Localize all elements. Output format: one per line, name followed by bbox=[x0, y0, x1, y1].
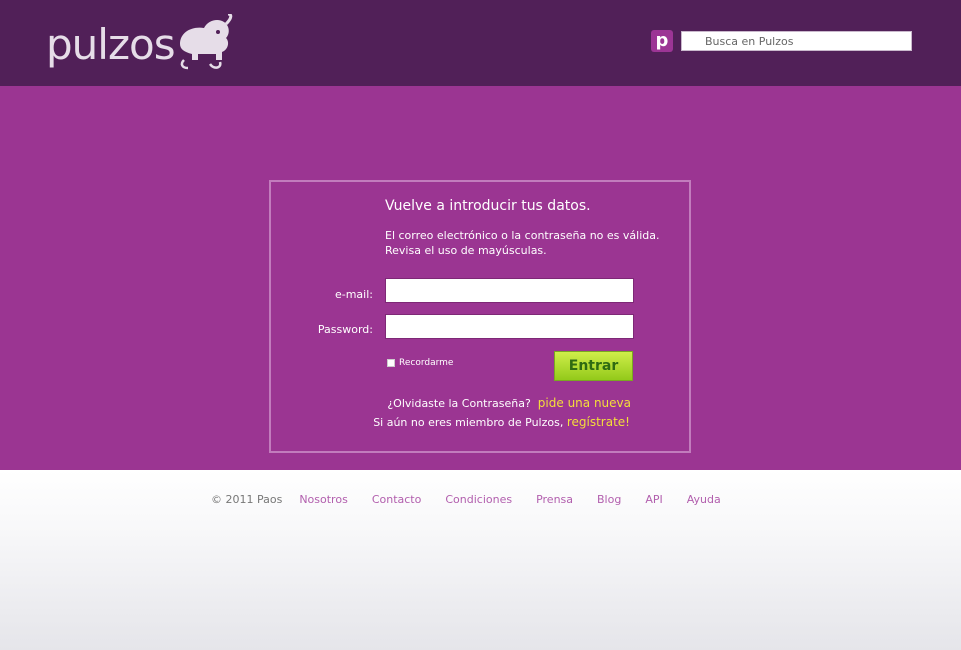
entrar-button[interactable]: Entrar bbox=[554, 351, 633, 381]
forgot-password-text: ¿Olvidaste la Contraseña? bbox=[387, 397, 531, 410]
remember-me[interactable]: Recordarme bbox=[387, 358, 453, 368]
signup-row: Si aún no eres miembro de Pulzos, regíst… bbox=[373, 415, 630, 429]
password-label: Password: bbox=[317, 323, 373, 336]
password-field[interactable] bbox=[385, 314, 634, 339]
footer-links: © 2011 Paos Nosotros Contacto Condicione… bbox=[211, 493, 745, 506]
footer-link-prensa[interactable]: Prensa bbox=[536, 493, 573, 506]
error-message-line2: Revisa el uso de mayúsculas. bbox=[385, 244, 547, 257]
pulzos-logo[interactable]: pulzos bbox=[46, 14, 246, 74]
elephant-icon bbox=[180, 14, 233, 70]
email-label: e-mail: bbox=[334, 288, 373, 301]
footer-link-nosotros[interactable]: Nosotros bbox=[299, 493, 347, 506]
footer-link-api[interactable]: API bbox=[645, 493, 662, 506]
footer-link-ayuda[interactable]: Ayuda bbox=[687, 493, 721, 506]
email-field[interactable] bbox=[385, 278, 634, 303]
footer-link-contacto[interactable]: Contacto bbox=[372, 493, 422, 506]
forgot-password-row: ¿Olvidaste la Contraseña? pide una nueva bbox=[387, 396, 631, 410]
signup-link[interactable]: regístrate! bbox=[567, 415, 630, 429]
signup-text: Si aún no eres miembro de Pulzos, bbox=[373, 416, 564, 429]
footer-link-blog[interactable]: Blog bbox=[597, 493, 621, 506]
login-title: Vuelve a introducir tus datos. bbox=[385, 198, 591, 214]
login-panel: Vuelve a introducir tus datos. El correo… bbox=[269, 180, 691, 453]
error-message-line1: El correo electrónico o la contraseña no… bbox=[385, 229, 660, 242]
logo-text: pulzos bbox=[46, 20, 176, 69]
pulzos-p-icon[interactable]: p bbox=[651, 30, 673, 52]
search-input[interactable] bbox=[681, 31, 912, 51]
remember-label: Recordarme bbox=[399, 358, 454, 368]
error-message: El correo electrónico o la contraseña no… bbox=[385, 228, 675, 258]
forgot-password-link[interactable]: pide una nueva bbox=[538, 396, 631, 410]
remember-checkbox[interactable] bbox=[387, 359, 395, 367]
main-content: Vuelve a introducir tus datos. El correo… bbox=[0, 86, 961, 470]
footer: © 2011 Paos Nosotros Contacto Condicione… bbox=[0, 470, 961, 650]
footer-link-condiciones[interactable]: Condiciones bbox=[445, 493, 512, 506]
header: pulzos p bbox=[0, 0, 961, 86]
copyright: © 2011 Paos bbox=[211, 493, 283, 506]
